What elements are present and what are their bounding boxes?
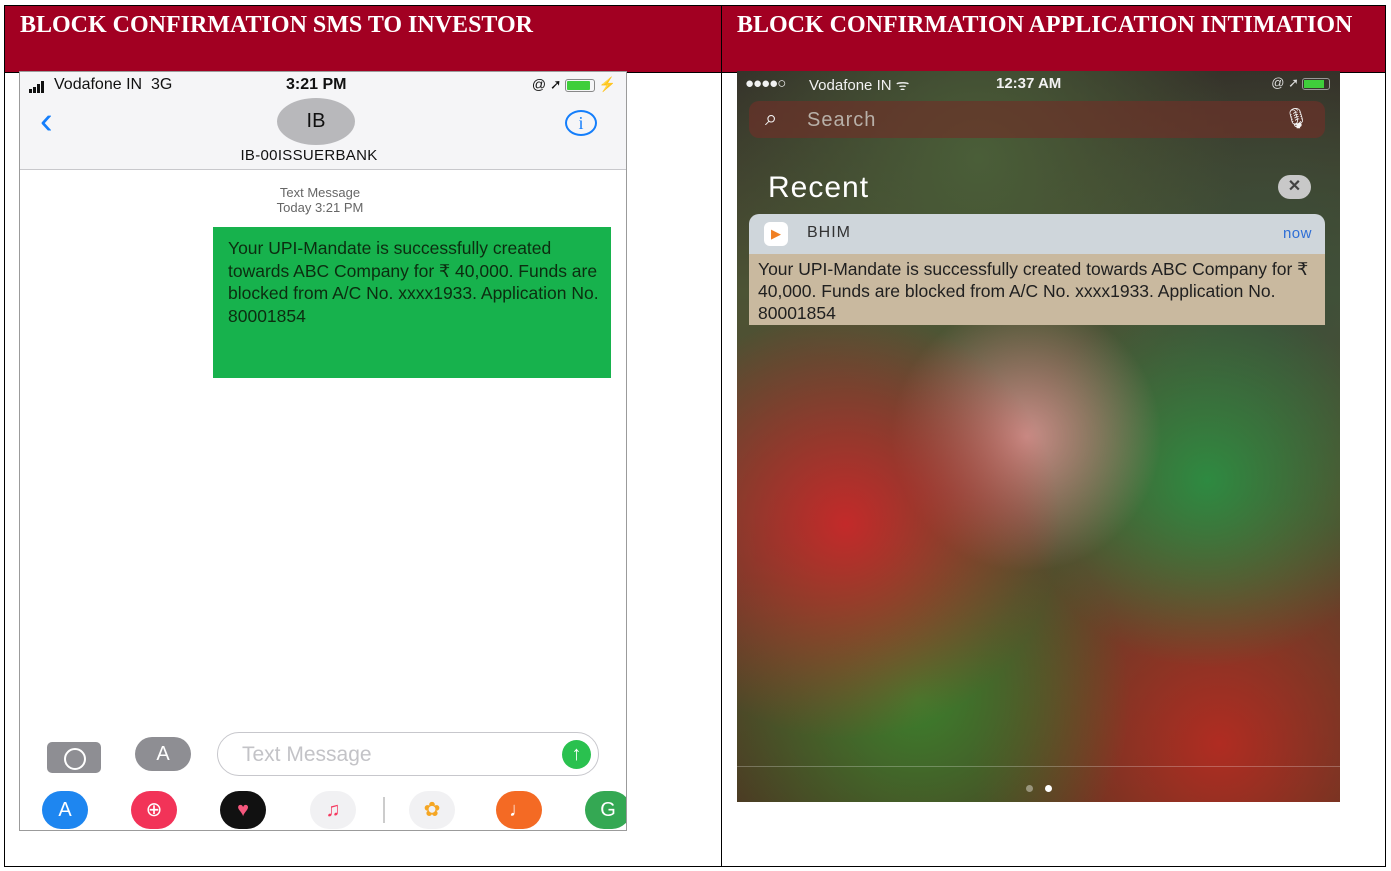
clear-notifications-button[interactable]: ✕ bbox=[1278, 175, 1311, 199]
garageband-icon[interactable]: ♩ bbox=[496, 791, 542, 829]
sender-name[interactable]: IB-00ISSUERBANK bbox=[20, 147, 598, 164]
music-icon[interactable]: ♫ bbox=[310, 791, 356, 829]
page-dot bbox=[1025, 785, 1033, 792]
sms-screenshot: Vodafone IN 3G 3:21 PM @ ➚ ⚡ ‹ IB IB-00I… bbox=[19, 71, 627, 831]
tray-divider bbox=[383, 797, 385, 823]
send-arrow-icon[interactable]: ↑ bbox=[562, 740, 591, 769]
notification-header[interactable]: ▶ BHIM now bbox=[749, 214, 1325, 254]
maps-icon[interactable]: G bbox=[585, 791, 626, 829]
search-bar[interactable]: ⌕ Search 🎙︎ bbox=[749, 101, 1325, 138]
dock-divider bbox=[737, 766, 1340, 767]
column-divider bbox=[721, 6, 722, 866]
search-icon: ⌕ bbox=[765, 105, 778, 130]
camera-icon[interactable] bbox=[47, 742, 101, 773]
chevron-left-icon[interactable]: ‹ bbox=[40, 102, 53, 140]
page-dot-active bbox=[1044, 785, 1052, 792]
sms-message-bubble: Your UPI-Mandate is successfully created… bbox=[213, 227, 611, 378]
message-timestamp: Text Message Today 3:21 PM bbox=[20, 185, 620, 215]
info-icon[interactable]: i bbox=[565, 110, 597, 136]
message-date: Today 3:21 PM bbox=[276, 200, 364, 215]
messages-nav-bar: Vodafone IN 3G 3:21 PM @ ➚ ⚡ ‹ IB IB-00I… bbox=[20, 72, 626, 170]
photos-icon[interactable]: ✿ bbox=[409, 791, 455, 829]
signal-dots: ●●●●○ bbox=[745, 75, 786, 92]
header-sms-to-investor: BLOCK CONFIRMATION SMS TO INVESTOR bbox=[5, 6, 721, 72]
notification-body[interactable]: Your UPI-Mandate is successfully created… bbox=[749, 254, 1325, 325]
header-application-intimation: BLOCK CONFIRMATION APPLICATION INTIMATIO… bbox=[722, 6, 1385, 72]
status-time: 12:37 AM bbox=[996, 75, 1062, 92]
recent-heading: Recent bbox=[768, 171, 870, 204]
microphone-icon[interactable]: 🎙︎ bbox=[1284, 106, 1309, 131]
message-input[interactable]: Text Message ↑ bbox=[217, 732, 599, 776]
wifi-icon: ᯤ bbox=[895, 77, 910, 94]
carrier-name: Vodafone IN ᯤ bbox=[809, 77, 910, 94]
battery-icon bbox=[564, 78, 595, 92]
signal-icon bbox=[29, 81, 49, 93]
status-time: 3:21 PM bbox=[286, 76, 347, 93]
battery-icon bbox=[1302, 77, 1330, 90]
app-drawer: A ⊕ ♥ ♫ ✿ ♩ G bbox=[20, 787, 626, 830]
notification-app-name: BHIM bbox=[807, 224, 851, 241]
carrier-name: Vodafone IN 3G bbox=[54, 76, 173, 93]
avatar[interactable]: IB bbox=[277, 98, 355, 145]
web-search-icon[interactable]: ⊕ bbox=[131, 791, 177, 829]
status-icons: @ ➚ bbox=[1271, 75, 1330, 91]
notification-time: now bbox=[1282, 225, 1312, 242]
app-store-icon[interactable]: A bbox=[42, 791, 88, 829]
heart-icon[interactable]: ♥ bbox=[220, 791, 266, 829]
app-store-icon[interactable]: A bbox=[135, 737, 191, 771]
page-indicator bbox=[737, 779, 1340, 797]
message-input-placeholder: Text Message bbox=[242, 743, 372, 766]
status-icons: @ ➚ ⚡ bbox=[531, 76, 616, 92]
bhim-app-icon: ▶ bbox=[764, 222, 788, 246]
compose-area: A Text Message ↑ A ⊕ ♥ ♫ ✿ ♩ G bbox=[20, 727, 626, 830]
message-type: Text Message bbox=[279, 185, 361, 200]
notification-screenshot: ●●●●○ Vodafone IN ᯤ 12:37 AM @ ➚ ⌕ Searc… bbox=[737, 71, 1340, 802]
search-placeholder: Search bbox=[807, 109, 877, 131]
